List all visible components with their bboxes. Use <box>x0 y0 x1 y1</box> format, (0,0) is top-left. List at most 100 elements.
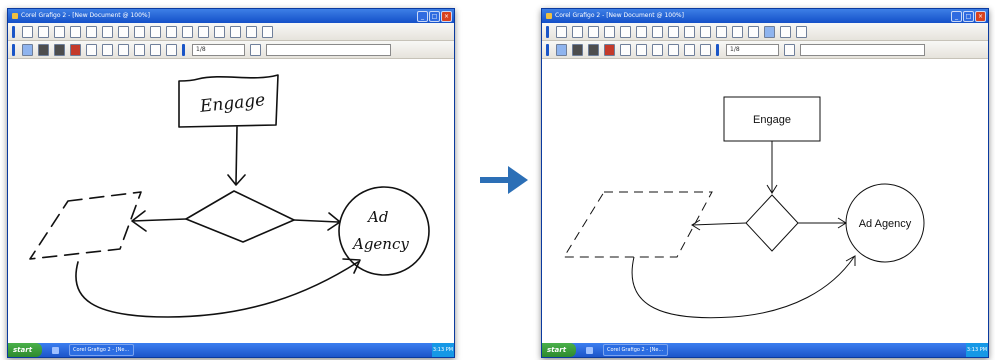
open-icon[interactable] <box>572 25 583 38</box>
style-field[interactable] <box>800 43 925 56</box>
fill-icon[interactable] <box>134 43 145 56</box>
options-icon[interactable] <box>262 25 273 38</box>
toolbar-grip <box>716 43 719 56</box>
save-icon[interactable] <box>54 25 65 38</box>
recognized-diagram: Engage Ad Agency <box>563 96 925 319</box>
maximize-button[interactable]: □ <box>963 11 974 22</box>
color-picker-icon[interactable] <box>250 43 261 56</box>
close-button[interactable]: × <box>441 11 452 22</box>
paste-icon[interactable] <box>684 25 695 38</box>
new-page-icon[interactable] <box>636 25 647 38</box>
recognize-text-icon[interactable] <box>214 25 225 38</box>
taskbar-item[interactable]: Corel Grafigo 2 - [Ne... <box>69 344 134 356</box>
pen-width-field[interactable]: 1/8 <box>192 43 245 56</box>
toolbar-grip <box>546 25 549 38</box>
minimize-button[interactable]: _ <box>417 11 428 22</box>
curved-connector <box>631 255 856 319</box>
properties-icon[interactable] <box>780 25 791 38</box>
copy-icon[interactable] <box>134 25 145 38</box>
ad-handwritten-label: Ad <box>366 208 388 226</box>
connector-right <box>293 212 341 231</box>
window-title: Corel Grafigo 2 - [New Document @ 100%] <box>555 12 684 19</box>
taskbar-item[interactable]: Corel Grafigo 2 - [Ne... <box>603 344 668 356</box>
page-icon[interactable] <box>86 25 97 38</box>
window-before: Corel Grafigo 2 - [New Document @ 100%] … <box>7 8 455 358</box>
copy-icon[interactable] <box>668 25 679 38</box>
new-document-icon[interactable] <box>22 25 33 38</box>
undo-icon[interactable] <box>166 25 177 38</box>
standard-toolbar <box>8 23 454 41</box>
connector-down <box>766 141 778 194</box>
save-icon[interactable] <box>588 25 599 38</box>
cut-icon[interactable] <box>652 25 663 38</box>
recognize-text-icon[interactable] <box>748 25 759 38</box>
taskbar: start Corel Grafigo 2 - [Ne... 3:13 PM <box>8 343 454 357</box>
toolbar-grip <box>12 43 15 56</box>
toolbar-grip <box>182 43 185 56</box>
start-button[interactable]: start <box>8 343 42 357</box>
window-title: Corel Grafigo 2 - [New Document @ 100%] <box>21 12 150 19</box>
pan-icon[interactable] <box>700 43 711 56</box>
zoom-icon[interactable] <box>150 43 161 56</box>
text-tool-icon[interactable] <box>620 43 631 56</box>
redo-icon[interactable] <box>716 25 727 38</box>
start-button[interactable]: start <box>542 343 576 357</box>
pointer-icon[interactable] <box>22 43 33 56</box>
options-icon[interactable] <box>796 25 807 38</box>
new-document-icon[interactable] <box>556 25 567 38</box>
style-field[interactable] <box>266 43 391 56</box>
undo-icon[interactable] <box>700 25 711 38</box>
drawing-toolbar: 1/8 <box>8 41 454 59</box>
paste-icon[interactable] <box>150 25 161 38</box>
snap-icon[interactable] <box>230 25 241 38</box>
text-tool-icon[interactable] <box>86 43 97 56</box>
recognize-shapes-icon[interactable] <box>198 25 209 38</box>
drawing-canvas-after[interactable]: Engage Ad Agency <box>542 59 988 343</box>
page-icon[interactable] <box>620 25 631 38</box>
snap-icon[interactable] <box>764 25 775 38</box>
decision-diamond <box>185 190 295 243</box>
drawing-canvas-before[interactable]: Engage Ad Agency <box>8 59 454 343</box>
connector-left <box>691 219 747 231</box>
eraser-icon[interactable] <box>636 43 647 56</box>
ad-agency-circle <box>338 186 430 276</box>
connector-down <box>227 126 246 186</box>
fill-icon[interactable] <box>668 43 679 56</box>
recognize-shapes-icon[interactable] <box>732 25 743 38</box>
window-after: Corel Grafigo 2 - [New Document @ 100%] … <box>541 8 989 358</box>
minimize-button[interactable]: _ <box>951 11 962 22</box>
highlighter-icon[interactable] <box>70 43 81 56</box>
shape-tool-icon[interactable] <box>652 43 663 56</box>
open-icon[interactable] <box>38 25 49 38</box>
print-icon[interactable] <box>70 25 81 38</box>
dashed-parallelogram <box>563 191 713 258</box>
app-icon <box>546 12 552 19</box>
redo-icon[interactable] <box>182 25 193 38</box>
quicklaunch-icon[interactable] <box>52 346 59 354</box>
color-picker-icon[interactable] <box>784 43 795 56</box>
pen-icon[interactable] <box>572 43 583 56</box>
decision-diamond <box>745 194 799 252</box>
pen-width-field[interactable]: 1/8 <box>726 43 779 56</box>
marker-icon[interactable] <box>588 43 599 56</box>
maximize-button[interactable]: □ <box>429 11 440 22</box>
highlighter-icon[interactable] <box>604 43 615 56</box>
print-icon[interactable] <box>604 25 615 38</box>
toolbar-grip <box>546 43 549 56</box>
app-icon <box>12 12 18 19</box>
pan-icon[interactable] <box>166 43 177 56</box>
ad-agency-label: Ad Agency <box>859 218 912 230</box>
quicklaunch-icon[interactable] <box>586 346 593 354</box>
shape-tool-icon[interactable] <box>118 43 129 56</box>
eraser-icon[interactable] <box>102 43 113 56</box>
agency-handwritten-label: Agency <box>351 235 409 253</box>
close-button[interactable]: × <box>975 11 986 22</box>
properties-icon[interactable] <box>246 25 257 38</box>
new-page-icon[interactable] <box>102 25 113 38</box>
zoom-icon[interactable] <box>684 43 695 56</box>
marker-icon[interactable] <box>54 43 65 56</box>
cut-icon[interactable] <box>118 25 129 38</box>
title-bar: Corel Grafigo 2 - [New Document @ 100%] … <box>542 9 988 23</box>
pointer-icon[interactable] <box>556 43 567 56</box>
pen-icon[interactable] <box>38 43 49 56</box>
